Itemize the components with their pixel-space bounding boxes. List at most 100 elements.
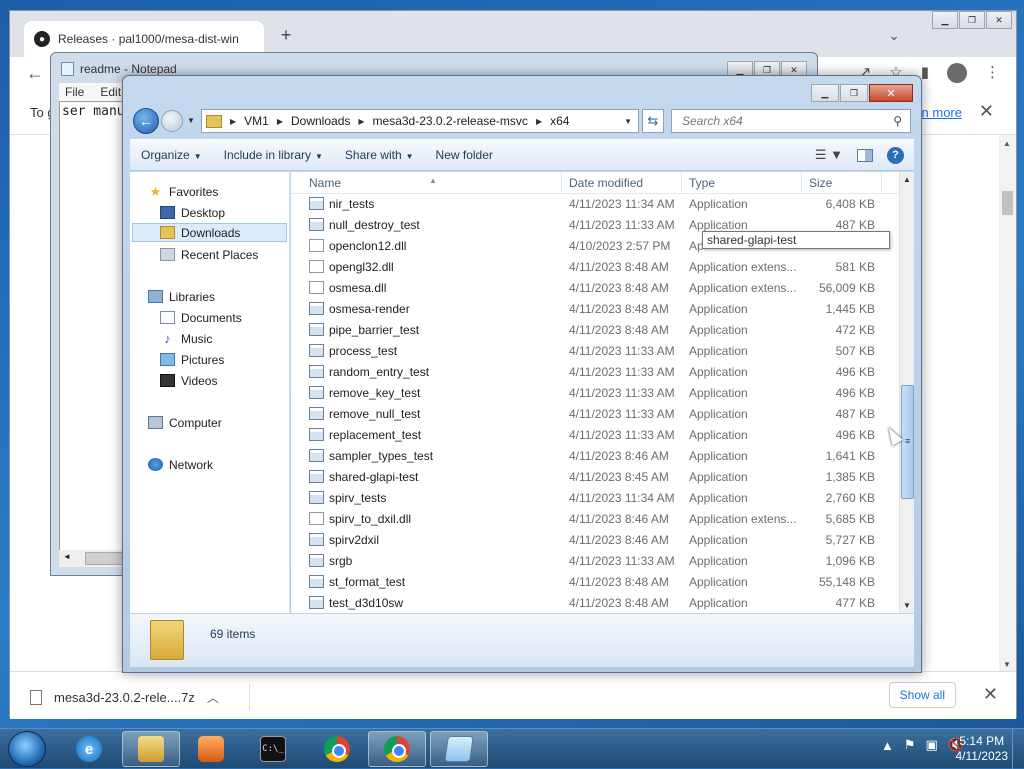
scroll-down-arrow-icon[interactable]: ▼ [1003, 660, 1011, 669]
scroll-up-arrow-icon[interactable]: ▲ [903, 175, 911, 184]
column-size-header[interactable]: Size [809, 176, 832, 190]
notepad-horizontal-scrollbar[interactable]: ◄ [59, 550, 129, 567]
refresh-icon[interactable]: ⇆ [642, 109, 664, 133]
column-type-header[interactable]: Type [689, 176, 715, 190]
search-icon[interactable]: ⚲ [893, 114, 902, 128]
breadcrumb-arrow-icon[interactable]: ▶ [275, 117, 285, 126]
close-button[interactable]: ✕ [986, 11, 1012, 29]
side-panel-icon[interactable]: ▮ [921, 63, 929, 83]
organize-button[interactable]: Organize ▼ [130, 148, 213, 162]
column-name-header[interactable]: Name [309, 176, 341, 190]
breadcrumb-mesa-folder[interactable]: mesa3d-23.0.2-release-msvc [367, 114, 534, 128]
back-arrow-icon[interactable]: ← [26, 63, 44, 84]
file-list-scrollbar[interactable]: ▲ ≡ ▼ [899, 172, 914, 613]
breadcrumb-arrow-icon[interactable]: ▶ [228, 117, 238, 126]
column-date-header[interactable]: Date modified [569, 176, 643, 190]
taskbar-notepad[interactable] [430, 731, 488, 767]
preview-pane-icon[interactable] [857, 148, 873, 162]
new-folder-button[interactable]: New folder [425, 148, 504, 162]
address-dropdown-icon[interactable]: ▼ [618, 117, 638, 126]
breadcrumb-x64[interactable]: x64 [544, 114, 575, 128]
menu-kebab-icon[interactable]: ⋮ [985, 63, 1000, 83]
start-button[interactable] [8, 731, 46, 767]
table-row[interactable]: remove_key_test 4/11/2023 11:33 AM Applica… [291, 383, 899, 404]
table-row[interactable]: shared-glapi-test 4/11/2023 8:45 AM Applic… [291, 467, 899, 488]
action-center-flag-icon[interactable]: ⚑ [904, 737, 916, 753]
table-row[interactable]: pipe_barrier_test 4/11/2023 8:48 AM Applic… [291, 320, 899, 341]
download-chevron-up-icon[interactable]: ︿ [207, 689, 219, 706]
column-divider[interactable] [561, 172, 562, 194]
search-box[interactable]: ⚲ [671, 109, 911, 133]
explorer-maximize-button[interactable]: ❐ [840, 84, 868, 102]
tray-expand-icon[interactable]: ▲ [881, 738, 894, 753]
explorer-close-button[interactable]: ✕ [869, 84, 913, 102]
minimize-button[interactable]: ▁ [932, 11, 958, 29]
new-tab-button[interactable]: + [276, 25, 296, 46]
breadcrumb-vm1[interactable]: VM1 [238, 114, 275, 128]
table-row[interactable]: osmesa.dll 4/11/2023 8:48 AM Application e… [291, 278, 899, 299]
show-all-button[interactable]: Show all [888, 682, 956, 708]
include-in-library-button[interactable]: Include in library ▼ [213, 148, 334, 162]
nav-videos[interactable]: Videos [160, 371, 217, 390]
nav-computer[interactable]: Computer [148, 413, 222, 432]
download-item[interactable]: mesa3d-23.0.2-rele....7z ︿ [30, 684, 250, 710]
address-bar[interactable]: ▶ VM1 ▶ Downloads ▶ mesa3d-23.0.2-releas… [201, 109, 639, 133]
taskbar-explorer[interactable] [122, 731, 180, 767]
back-button[interactable]: ← [133, 108, 159, 134]
table-row[interactable]: spirv_to_dxil.dll 4/11/2023 8:46 AM Applic… [291, 509, 899, 530]
column-divider[interactable] [681, 172, 682, 194]
search-input[interactable] [680, 113, 880, 129]
nav-downloads[interactable]: Downloads [132, 223, 287, 242]
table-row[interactable]: osmesa-render 4/11/2023 8:48 AM Applicatio… [291, 299, 899, 320]
infobar-learn-more-link[interactable]: rn more [917, 105, 962, 120]
notepad-scroll-thumb[interactable] [85, 552, 125, 565]
recent-pages-dropdown-icon[interactable]: ▼ [187, 116, 195, 125]
table-row[interactable]: sampler_types_test 4/11/2023 8:46 AM Appli… [291, 446, 899, 467]
explorer-minimize-button[interactable]: ▁ [811, 84, 839, 102]
help-icon[interactable]: ? [887, 146, 904, 164]
nav-pictures[interactable]: Pictures [160, 350, 224, 369]
nav-music[interactable]: ♪ Music [160, 329, 212, 348]
nav-documents[interactable]: Documents [160, 308, 242, 327]
show-desktop-button[interactable] [1012, 729, 1024, 769]
scroll-left-arrow-icon[interactable]: ◄ [63, 552, 71, 561]
taskbar-cmd[interactable]: C:\_ [244, 731, 302, 767]
infobar-close-icon[interactable]: ✕ [979, 101, 994, 122]
clock[interactable]: 5:14 PM 4/11/2023 [956, 734, 1009, 764]
nav-recent-places[interactable]: Recent Places [160, 245, 258, 264]
network-tray-icon[interactable]: ▣ [926, 737, 938, 753]
maximize-button[interactable]: ❐ [959, 11, 985, 29]
nav-network[interactable]: Network [148, 455, 213, 474]
table-row[interactable]: opengl32.dll 4/11/2023 8:48 AM Application… [291, 257, 899, 278]
menu-edit[interactable]: Edit [100, 85, 121, 99]
download-bar-close-icon[interactable]: ✕ [983, 684, 998, 705]
scroll-down-arrow-icon[interactable]: ▼ [903, 601, 911, 610]
profile-avatar[interactable] [947, 63, 967, 83]
taskbar-ie[interactable]: e [60, 731, 118, 767]
column-divider[interactable] [801, 172, 802, 194]
table-row[interactable]: nir_tests 4/11/2023 11:34 AM Application 6,… [291, 194, 899, 215]
taskbar-media-player[interactable] [182, 731, 240, 767]
table-row[interactable]: random_entry_test 4/11/2023 11:33 AM Appli… [291, 362, 899, 383]
taskbar-chrome-2[interactable] [368, 731, 426, 767]
scroll-thumb[interactable] [1002, 191, 1013, 215]
nav-favorites[interactable]: ★ Favorites [148, 182, 219, 201]
menu-file[interactable]: File [65, 85, 84, 99]
table-row[interactable]: spirv_tests 4/11/2023 11:34 AM Application… [291, 488, 899, 509]
table-row[interactable]: spirv2dxil 4/11/2023 8:46 AM Application 5,… [291, 530, 899, 551]
nav-desktop[interactable]: Desktop [160, 203, 225, 222]
column-divider[interactable] [881, 172, 882, 194]
chrome-scrollbar[interactable]: ▲ ▼ [999, 135, 1016, 671]
breadcrumb-arrow-icon[interactable]: ▶ [356, 117, 366, 126]
table-row[interactable]: st_format_test 4/11/2023 8:48 AM Applicati… [291, 572, 899, 593]
nav-libraries[interactable]: Libraries [148, 287, 215, 306]
table-row[interactable]: remove_null_test 4/11/2023 11:33 AM Applic… [291, 404, 899, 425]
change-view-icon[interactable]: ☰ ▼ [815, 147, 843, 163]
forward-button[interactable] [161, 110, 183, 132]
taskbar-chrome[interactable] [308, 731, 366, 767]
tab-search-chevron-icon[interactable]: ⌄ [888, 27, 900, 44]
table-row[interactable]: replacement_test 4/11/2023 11:33 AM Applic… [291, 425, 899, 446]
table-row[interactable]: srgb 4/11/2023 11:33 AM Application 1,096 K… [291, 551, 899, 572]
table-row[interactable]: test_d3d10sw 4/11/2023 8:48 AM Application… [291, 593, 899, 613]
breadcrumb-downloads[interactable]: Downloads [285, 114, 356, 128]
